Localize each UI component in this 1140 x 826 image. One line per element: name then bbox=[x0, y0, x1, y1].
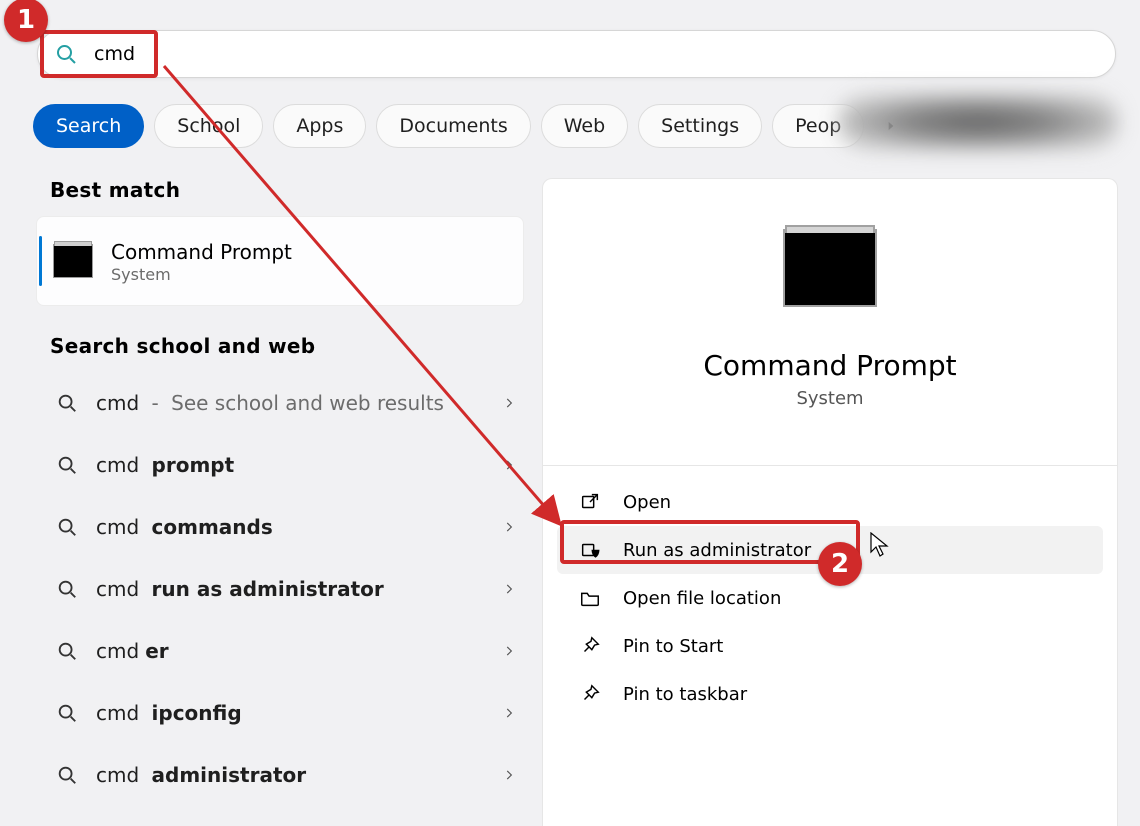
filter-pill-school[interactable]: School bbox=[154, 104, 263, 148]
filter-pill-web[interactable]: Web bbox=[541, 104, 628, 148]
account-area-blurred bbox=[838, 94, 1118, 150]
suggestion-text: cmd run as administrator bbox=[96, 577, 502, 601]
suggestion-item[interactable]: cmd administrator bbox=[36, 744, 524, 806]
search-icon bbox=[56, 640, 78, 662]
action-label: Open file location bbox=[623, 588, 781, 609]
preview-title: Command Prompt bbox=[543, 349, 1117, 382]
chevron-right-icon bbox=[502, 458, 516, 472]
best-match-text: Command Prompt System bbox=[111, 239, 292, 284]
shield-admin-icon bbox=[579, 539, 601, 561]
action-label: Pin to taskbar bbox=[623, 684, 747, 705]
suggestion-text: cmd commands bbox=[96, 515, 502, 539]
suggestion-item[interactable]: cmd prompt bbox=[36, 434, 524, 496]
preview-subtitle: System bbox=[543, 388, 1117, 409]
action-open[interactable]: Open bbox=[557, 478, 1103, 526]
suggestion-text: cmd administrator bbox=[96, 763, 502, 787]
suggestion-item[interactable]: cmder bbox=[36, 620, 524, 682]
command-prompt-icon bbox=[783, 229, 877, 307]
action-label: Open bbox=[623, 492, 671, 513]
pin-icon bbox=[579, 635, 601, 657]
best-match-item[interactable]: Command Prompt System bbox=[36, 216, 524, 306]
suggestion-item[interactable]: cmd - See school and web results bbox=[36, 372, 524, 434]
preview-icon-wrap bbox=[543, 229, 1117, 307]
chevron-right-icon bbox=[502, 644, 516, 658]
filter-pill-apps[interactable]: Apps bbox=[273, 104, 366, 148]
annotation-marker-1: 1 bbox=[4, 0, 48, 42]
chevron-right-icon bbox=[502, 396, 516, 410]
results-left: Best match Command Prompt System Search … bbox=[0, 178, 540, 826]
search-icon bbox=[54, 42, 78, 66]
suggestion-text: cmd prompt bbox=[96, 453, 502, 477]
best-match-label: Best match bbox=[50, 178, 540, 202]
action-pin-to-start[interactable]: Pin to Start bbox=[557, 622, 1103, 670]
search-bar[interactable]: cmd bbox=[37, 30, 1116, 78]
search-icon bbox=[56, 516, 78, 538]
suggestion-item[interactable]: cmd run as administrator bbox=[36, 558, 524, 620]
chevron-right-icon bbox=[502, 582, 516, 596]
search-icon bbox=[56, 454, 78, 476]
suggestion-item[interactable]: cmd ipconfig bbox=[36, 682, 524, 744]
filter-pill-documents[interactable]: Documents bbox=[376, 104, 530, 148]
search-icon bbox=[56, 392, 78, 414]
search-icon bbox=[56, 578, 78, 600]
suggestion-list: cmd - See school and web results cmd pro… bbox=[36, 372, 540, 806]
pin-icon bbox=[579, 683, 601, 705]
action-label: Pin to Start bbox=[623, 636, 723, 657]
search-web-label: Search school and web bbox=[50, 334, 540, 358]
suggestion-text: cmd - See school and web results bbox=[96, 391, 502, 415]
action-open-file-location[interactable]: Open file location bbox=[557, 574, 1103, 622]
open-external-icon bbox=[579, 491, 601, 513]
best-match-subtitle: System bbox=[111, 265, 292, 284]
search-icon bbox=[56, 702, 78, 724]
suggestion-text: cmder bbox=[96, 639, 502, 663]
filter-pill-settings[interactable]: Settings bbox=[638, 104, 762, 148]
suggestion-item[interactable]: cmd commands bbox=[36, 496, 524, 558]
chevron-right-icon bbox=[502, 768, 516, 782]
action-pin-to-taskbar[interactable]: Pin to taskbar bbox=[557, 670, 1103, 718]
action-label: Run as administrator bbox=[623, 540, 811, 561]
chevron-right-icon bbox=[502, 520, 516, 534]
search-text: cmd bbox=[94, 43, 135, 65]
action-list: Open Run as administrator Open file loca… bbox=[543, 465, 1117, 718]
preview-pane: Command Prompt System Open Run as admini… bbox=[542, 178, 1118, 826]
best-match-title: Command Prompt bbox=[111, 239, 292, 265]
filter-pill-search[interactable]: Search bbox=[33, 104, 144, 148]
action-run-as-administrator[interactable]: Run as administrator bbox=[557, 526, 1103, 574]
suggestion-text: cmd ipconfig bbox=[96, 701, 502, 725]
chevron-right-icon bbox=[502, 706, 516, 720]
command-prompt-icon bbox=[53, 244, 93, 278]
folder-icon bbox=[579, 587, 601, 609]
search-icon bbox=[56, 764, 78, 786]
